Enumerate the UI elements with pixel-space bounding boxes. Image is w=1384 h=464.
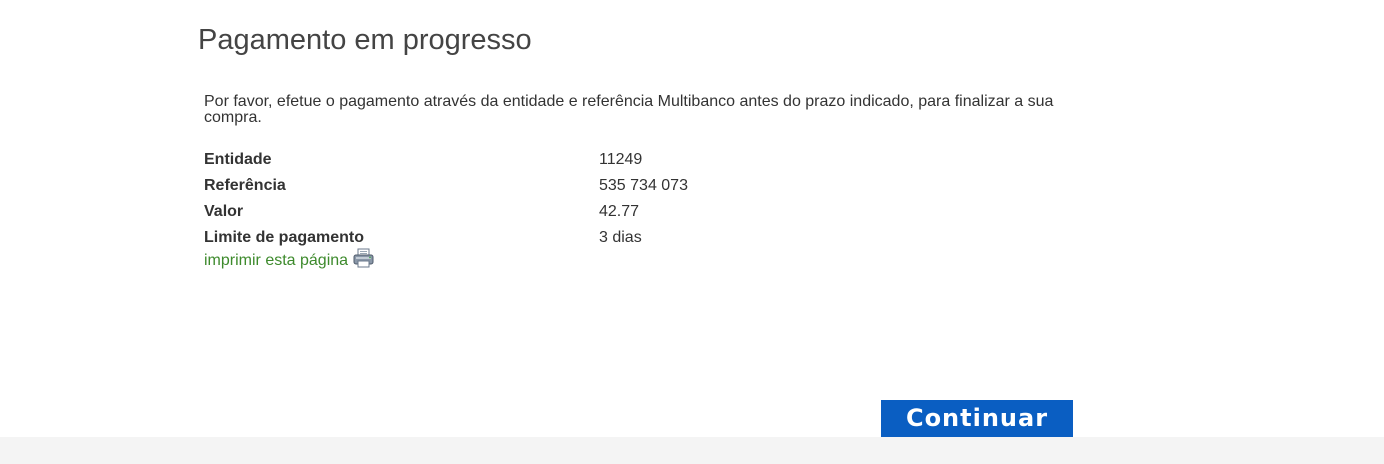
continue-button[interactable]: Continuar (881, 400, 1073, 437)
intro-text: Por favor, efetue o pagamento através da… (204, 93, 1054, 126)
referencia-label: Referência (204, 177, 286, 194)
payment-details-table: Entidade 11249 Referência 535 734 073 Va… (204, 147, 724, 251)
entidade-value: 11249 (599, 151, 643, 168)
valor-value: 42.77 (599, 203, 640, 220)
referencia-value: 535 734 073 (599, 177, 688, 194)
payment-page: Pagamento em progresso Por favor, efetue… (0, 0, 1384, 464)
page-title: Pagamento em progresso (198, 24, 532, 56)
footer-band (0, 437, 1384, 464)
print-page-link[interactable]: imprimir esta página (204, 248, 374, 270)
table-row: Referência 535 734 073 (204, 173, 724, 199)
table-row: Entidade 11249 (204, 147, 724, 173)
table-row: Valor 42.77 (204, 199, 724, 225)
table-row: Limite de pagamento 3 dias (204, 225, 724, 251)
limite-value: 3 dias (599, 229, 642, 246)
entidade-label: Entidade (204, 151, 272, 168)
limite-label: Limite de pagamento (204, 229, 365, 246)
printer-icon[interactable] (353, 248, 374, 268)
print-page-label: imprimir esta página (204, 252, 349, 269)
valor-label: Valor (204, 203, 244, 220)
